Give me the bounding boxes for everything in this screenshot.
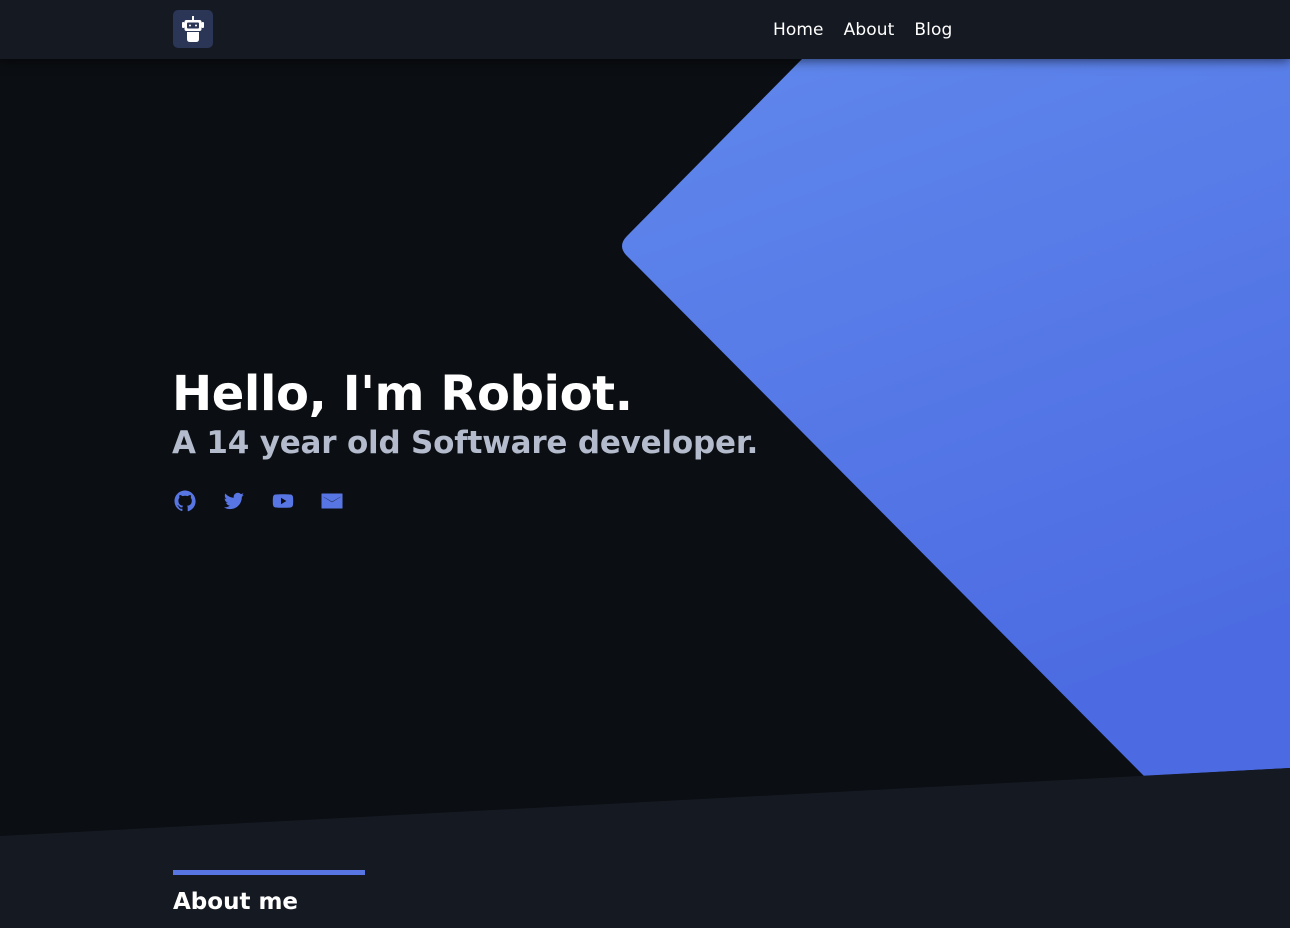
navbar: Home About Blog [0,0,1290,59]
about-heading: About me [173,889,299,915]
social-links [173,489,344,513]
hero-subtitle: A 14 year old Software developer. [172,425,759,461]
youtube-icon[interactable] [271,489,295,513]
nav-link-home[interactable]: Home [773,20,824,40]
mail-icon[interactable] [320,489,344,513]
about-accent-bar [173,870,365,875]
hero-blue-shape [622,59,1290,776]
nav-link-blog[interactable]: Blog [914,20,952,40]
github-icon[interactable] [173,489,197,513]
twitter-icon[interactable] [222,489,246,513]
hero-title: Hello, I'm Robiot. [172,366,633,422]
robot-logo-icon[interactable] [173,10,213,48]
page: Home About Blog Hello, I'm Robiot. A 14 … [0,0,1290,928]
hero-background [0,59,1290,928]
nav-links: Home About Blog [773,0,952,59]
nav-link-about[interactable]: About [844,20,895,40]
